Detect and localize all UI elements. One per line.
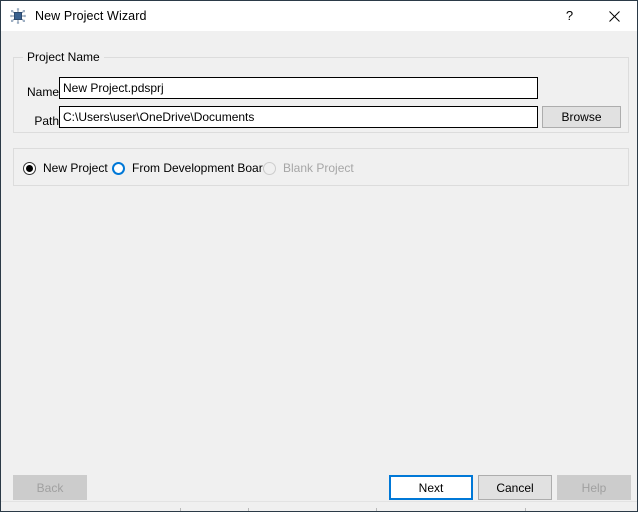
browse-button[interactable]: Browse [542, 106, 621, 128]
close-button[interactable] [592, 2, 637, 31]
help-button-footer: Help [557, 475, 631, 500]
name-field-label: Name [26, 85, 59, 99]
dialog-client-area: Project Name Name New Project.pdsprj Pat… [1, 31, 637, 501]
dialog-window: New Project Wizard ? Project Name Name N… [0, 0, 638, 512]
resize-grip[interactable] [626, 507, 636, 511]
project-name-group-legend: Project Name [23, 50, 104, 64]
proteus-chip-icon [10, 8, 26, 24]
radio-new-project-label: New Project [43, 161, 108, 175]
path-field-label: Path [34, 114, 59, 128]
radio-from-development-board-indicator [112, 161, 125, 175]
status-bar-separator [248, 508, 249, 511]
name-input[interactable]: New Project.pdsprj [59, 77, 538, 99]
cancel-button[interactable]: Cancel [478, 475, 552, 500]
radio-blank-project-indicator [263, 161, 276, 175]
back-button: Back [13, 475, 87, 500]
status-bar-separator [180, 508, 181, 511]
radio-blank-project-label: Blank Project [283, 161, 354, 175]
status-bar [1, 501, 637, 511]
window-title: New Project Wizard [35, 9, 147, 23]
path-input[interactable]: C:\Users\user\OneDrive\Documents [59, 106, 538, 128]
title-bar: New Project Wizard ? [1, 1, 637, 31]
radio-new-project-indicator [23, 161, 36, 175]
status-bar-separator [376, 508, 377, 511]
next-button[interactable]: Next [389, 475, 473, 500]
radio-from-development-board[interactable]: From Development Board [112, 159, 269, 177]
help-button[interactable]: ? [547, 1, 592, 31]
radio-new-project[interactable]: New Project [23, 159, 108, 177]
radio-from-development-board-label: From Development Board [132, 161, 270, 175]
status-bar-separator [525, 508, 526, 511]
radio-blank-project: Blank Project [263, 159, 354, 177]
